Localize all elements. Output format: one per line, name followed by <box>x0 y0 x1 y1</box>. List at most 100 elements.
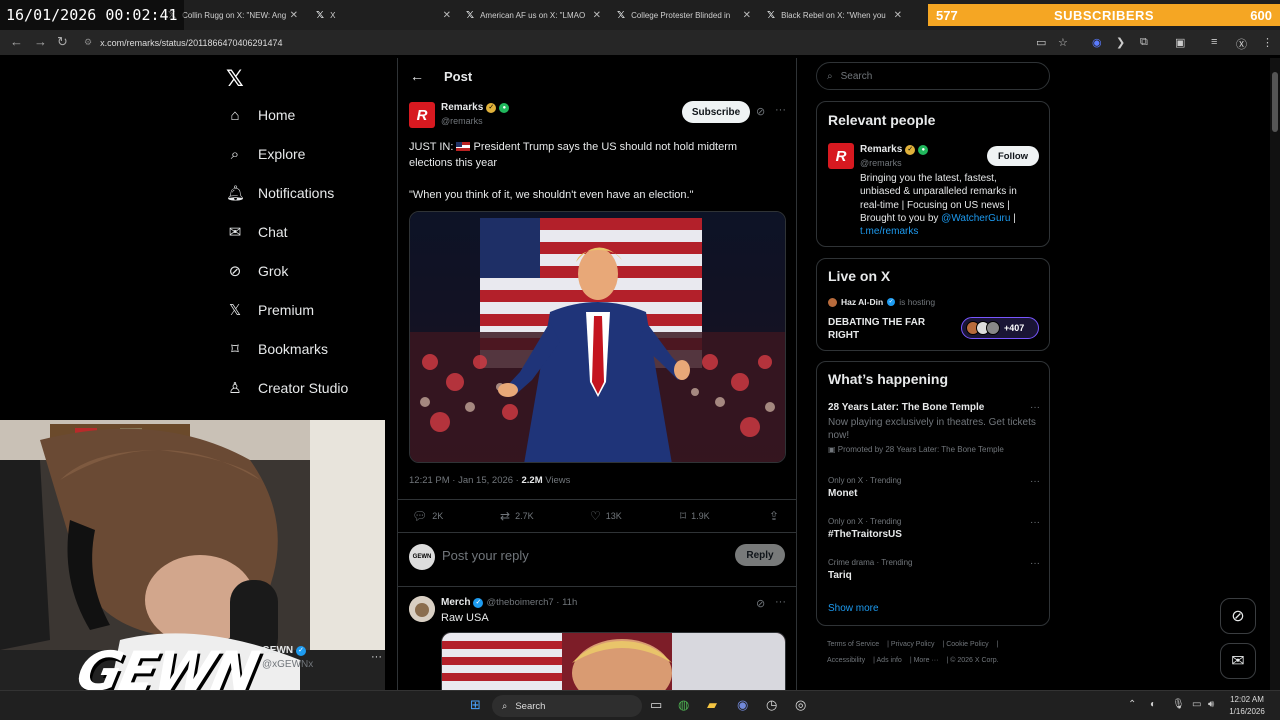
folder-icon[interactable]: ▰ <box>707 697 717 713</box>
forward-arrow-icon[interactable]: → <box>34 34 47 49</box>
taskbar-clock[interactable]: 12:02 AM 1/16/2026 <box>1222 694 1272 718</box>
more-icon[interactable]: ··· <box>1030 402 1040 413</box>
back-arrow-icon[interactable]: ← <box>410 68 424 84</box>
profile-icon[interactable]: Ⓧ <box>1236 36 1247 52</box>
grok-icon[interactable]: ⊘ <box>756 105 765 118</box>
bio-url-link[interactable]: t.me/remarks <box>860 226 918 237</box>
close-icon[interactable]: ✕ <box>593 10 601 21</box>
browser-tab[interactable]: 𝕏 Black Rebel on X: "When you ✕ <box>767 4 902 26</box>
footer-link[interactable]: Terms of Service <box>827 641 879 648</box>
nav-item-premium[interactable]: 𝕏 Premium <box>226 297 314 323</box>
person-handle[interactable]: @remarks <box>860 158 902 168</box>
reply-author-avatar[interactable] <box>409 596 435 622</box>
space-host[interactable]: Haz Al-Din ✓ is hosting <box>828 297 935 307</box>
reply-image[interactable] <box>441 632 786 690</box>
account-name[interactable]: GEWN ✓ <box>262 645 307 656</box>
follow-button[interactable]: Follow <box>987 146 1039 166</box>
person-name[interactable]: Remarks ✓ ● <box>860 144 929 155</box>
more-icon[interactable]: ··· <box>775 596 786 608</box>
author-handle[interactable]: @remarks <box>441 116 483 126</box>
nav-item-label: Grok <box>258 263 289 279</box>
star-icon[interactable]: ☆ <box>1058 36 1068 49</box>
chevron-up-icon[interactable]: ⌃ <box>1128 699 1136 710</box>
bio-mention-link[interactable]: @WatcherGuru <box>941 213 1010 224</box>
site-info-icon[interactable]: ⚙ <box>84 37 92 48</box>
bookmark-action[interactable]: ⌑ 1.9K <box>680 509 710 523</box>
scrollbar-thumb[interactable] <box>1272 72 1278 132</box>
reply-action[interactable]: 💬︎ 2K <box>412 509 443 523</box>
search-input[interactable]: ⌕ Search <box>816 62 1050 90</box>
taskbar-search[interactable]: ⌕ Search <box>492 695 642 717</box>
chrome-icon[interactable]: ◍ <box>678 697 689 713</box>
reply-author-name[interactable]: Merch ✓ @theboimerch7 · 11h <box>441 597 577 608</box>
messages-float-button[interactable]: ✉ <box>1220 643 1256 679</box>
footer-link[interactable]: Cookie Policy <box>946 641 988 648</box>
more-icon[interactable]: ··· <box>1030 476 1040 487</box>
audio-icon[interactable]: ❯ <box>1116 36 1125 49</box>
extension-icon[interactable]: ◉ <box>1092 36 1102 49</box>
reload-icon[interactable]: ↻ <box>57 34 68 50</box>
cast-icon[interactable]: ▭ <box>1036 36 1046 49</box>
reply-input[interactable]: Post your reply <box>442 548 529 563</box>
grok-icon[interactable]: ⊘ <box>756 597 765 610</box>
task-view-icon[interactable]: ▭ <box>650 697 662 713</box>
nav-item-home[interactable]: ⌂ Home <box>226 102 295 128</box>
trend-item[interactable]: 28 Years Later: The Bone Temple Now play… <box>828 402 1040 454</box>
nav-item-bookmarks[interactable]: ⌑ Bookmarks <box>226 336 328 362</box>
nav-item-chat[interactable]: ✉ Chat <box>226 219 288 245</box>
footer-link[interactable]: Privacy Policy <box>891 641 935 648</box>
windows-start-icon[interactable]: ⊞ <box>470 697 481 713</box>
grok-float-button[interactable]: ⊘ <box>1220 598 1256 634</box>
post-image[interactable] <box>409 211 786 463</box>
url-field[interactable]: ⚙ x.com/remarks/status/20118664704062914… <box>84 34 1084 51</box>
close-icon[interactable]: ✕ <box>743 10 751 21</box>
obs-icon[interactable]: ◎ <box>795 697 806 713</box>
x-logo-icon[interactable]: 𝕏 <box>226 66 244 92</box>
close-icon[interactable]: ✕ <box>894 10 902 21</box>
nav-item-grok[interactable]: ⊘ Grok <box>226 258 289 284</box>
trend-item[interactable]: Only on X · Trending #TheTraitorsUS ··· <box>828 517 1040 540</box>
browser-tab[interactable]: 𝕏 Collin Rugg on X: "NEW: Ang ✕ <box>168 4 298 26</box>
more-icon[interactable]: ··· <box>1030 517 1040 528</box>
browser-tab[interactable]: 𝕏 College Protester Blinded in ✕ <box>617 4 751 26</box>
space-listeners[interactable]: +407 <box>961 317 1039 339</box>
post-timestamp[interactable]: 12:21 PM · Jan 15, 2026 · <box>409 475 519 486</box>
repost-action[interactable]: ⇄ 2.7K <box>500 509 534 523</box>
sidebar-icon[interactable]: ▣ <box>1175 36 1185 49</box>
browser-tab[interactable]: 𝕏 American AF us on X: "LMAO ✕ <box>466 4 601 26</box>
discord-icon[interactable]: ◉ <box>737 697 748 713</box>
nav-item-notifications[interactable]: 🔔︎ Notifications <box>226 180 334 206</box>
menu-icon[interactable]: ⋮ <box>1262 36 1273 49</box>
extensions-icon[interactable]: ⧉ <box>1140 36 1148 49</box>
media-icon[interactable]: ≡ <box>1211 36 1217 48</box>
person-avatar[interactable]: R <box>828 143 854 169</box>
nav-item-creator-studio[interactable]: ♙ Creator Studio <box>226 375 348 401</box>
footer-link[interactable]: Accessibility <box>827 657 865 664</box>
trend-item[interactable]: Only on X · Trending Monet ··· <box>828 476 1040 499</box>
browser-tab[interactable]: 𝕏 X ✕ <box>316 4 451 26</box>
like-action[interactable]: ♡ 13K <box>590 509 622 523</box>
nav-item-explore[interactable]: ⌕ Explore <box>226 141 306 167</box>
share-action[interactable]: ⇪ <box>769 509 779 523</box>
trend-item[interactable]: Crime drama · Trending Tariq ··· <box>828 558 1040 581</box>
tray-app-icon[interactable]: ◐ <box>1150 699 1156 710</box>
author-avatar[interactable]: R <box>409 102 435 128</box>
footer-link[interactable]: Ads info <box>877 657 902 664</box>
space-title[interactable]: DEBATING THE FAR RIGHT <box>828 316 938 342</box>
microphone-icon[interactable]: 🎙︎ <box>1172 699 1185 710</box>
close-icon[interactable]: ✕ <box>290 10 298 21</box>
close-icon[interactable]: ✕ <box>443 10 451 21</box>
subscribe-button[interactable]: Subscribe <box>682 101 750 123</box>
more-icon[interactable]: ··· <box>371 651 382 663</box>
footer-link[interactable]: More ··· <box>914 657 939 664</box>
volume-icon[interactable]: 🔊︎ <box>1208 699 1214 710</box>
reply-button[interactable]: Reply <box>735 544 785 566</box>
more-icon[interactable]: ··· <box>1030 558 1040 569</box>
back-arrow-icon[interactable]: ← <box>10 34 23 49</box>
network-icon[interactable]: ▭ <box>1192 699 1201 710</box>
clock-app-icon[interactable]: ◷ <box>766 697 777 713</box>
show-more-link[interactable]: Show more <box>828 603 879 614</box>
author-name[interactable]: Remarks ✓ ● <box>441 102 510 113</box>
more-icon[interactable]: ··· <box>775 104 786 116</box>
page-scrollbar[interactable] <box>1270 58 1280 690</box>
